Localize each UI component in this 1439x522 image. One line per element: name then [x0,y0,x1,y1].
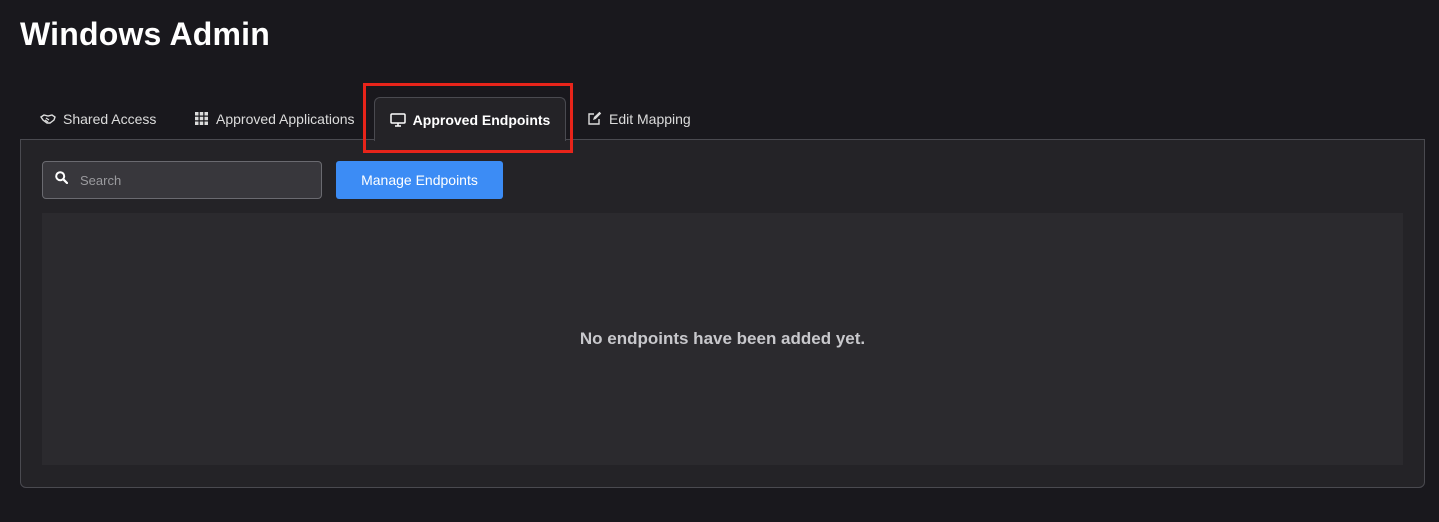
tab-label: Shared Access [63,110,157,127]
edit-icon [586,111,602,127]
tab-label: Approved Applications [216,110,355,127]
tab-approved-applications[interactable]: Approved Applications [193,97,355,140]
search-input[interactable] [80,172,300,188]
tab-label: Approved Endpoints [412,111,551,128]
empty-state: No endpoints have been added yet. [42,213,1403,465]
page-title: Windows Admin [20,16,270,52]
tab-label: Edit Mapping [609,110,691,127]
manage-endpoints-button[interactable]: Manage Endpoints [336,161,503,199]
search-box [42,161,322,199]
grid-icon [193,111,209,127]
endpoints-panel: Manage Endpoints No endpoints have been … [20,139,1425,488]
empty-state-message: No endpoints have been added yet. [579,329,866,348]
tab-edit-mapping[interactable]: Edit Mapping [586,97,691,140]
handshake-icon [40,111,56,127]
search-icon [55,171,69,189]
tab-shared-access[interactable]: Shared Access [40,97,156,140]
tab-bar: Shared Access Approved Applications Appr… [20,97,1425,141]
tab-approved-endpoints[interactable]: Approved Endpoints [374,97,566,141]
monitor-icon [389,112,406,128]
